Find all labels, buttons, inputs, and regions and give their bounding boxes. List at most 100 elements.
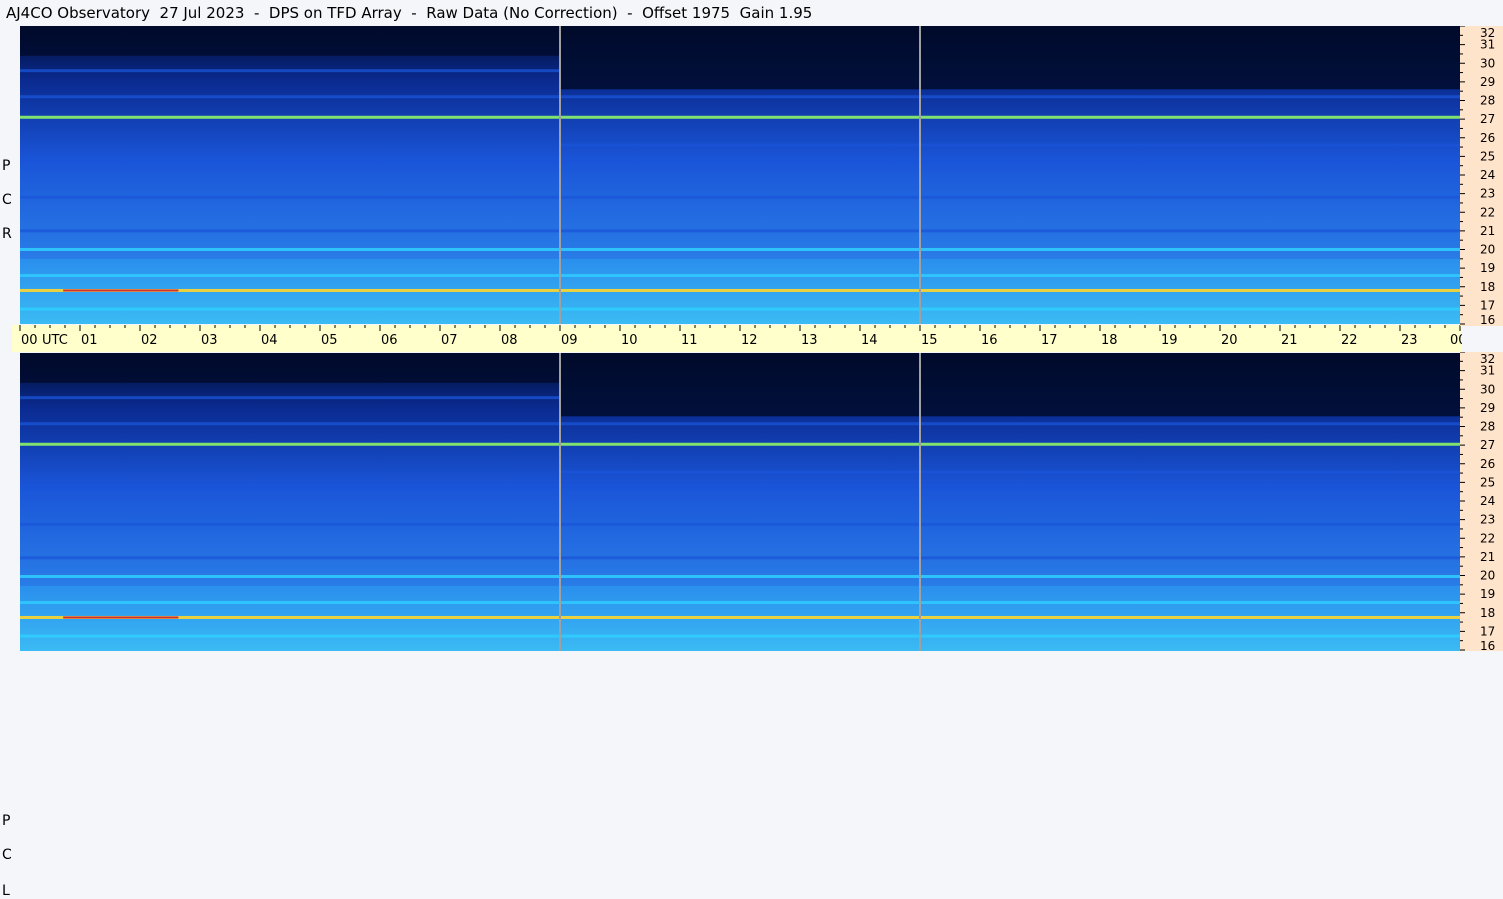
- rcp-letter-p: P: [2, 158, 11, 174]
- time-tick-label-4: 04: [261, 333, 278, 348]
- time-tick-label-15: 15: [921, 333, 938, 348]
- rcp-freq-tick-label-6: 26: [1480, 131, 1495, 145]
- rcp-freq-tick-label-4: 28: [1480, 94, 1495, 108]
- lcp-band-9: [560, 470, 1460, 474]
- time-tick-label-10: 10: [621, 333, 638, 348]
- time-tick-label-9: 09: [561, 333, 578, 348]
- lcp-freq-tick-label-9: 23: [1480, 513, 1495, 527]
- rcp-freq-tick-label-2: 30: [1480, 56, 1495, 70]
- lcp-freq-tick-label-6: 26: [1480, 457, 1495, 471]
- lcp-band-3: [20, 487, 1460, 491]
- rcp-freq-tick-label-13: 19: [1480, 261, 1495, 275]
- time-axis: 00 01 02 03 04 05 06 07 08 09 10 11 12 13 14 15 16 17 18 19…: [12, 325, 1462, 352]
- lcp-freq-tick-label-5: 27: [1480, 438, 1495, 452]
- lcp-band-0: [20, 442, 1460, 446]
- chart-title: AJ4CO Observatory 27 Jul 2023 - DPS on T…: [6, 4, 813, 22]
- rcp-band-10: [20, 195, 1460, 199]
- time-axis-svg: 00 01 02 03 04 05 06 07 08 09 10 11 12 13 14 15 16 17 18 19…: [19, 325, 1462, 348]
- time-tick-label-23: 23: [1401, 333, 1418, 348]
- rcp-band-9: [560, 143, 1460, 147]
- lcp-freq-tick-label-3: 29: [1480, 401, 1495, 415]
- time-tick-label-0: 00: [21, 333, 38, 348]
- lcp-freq-tick-label-11: 21: [1480, 550, 1495, 564]
- lcp-frequency-axis-svg: 3231302928272625242322212019181716: [1460, 352, 1495, 652]
- rcp-band-2: [20, 248, 1460, 251]
- rcp-freq-tick-label-10: 22: [1480, 205, 1495, 219]
- rcp-letter-c: C: [2, 192, 12, 208]
- lcp-frequency-axis: 32 31 30 29 28 27 26 25 24 23 22 21 20 19 18 17 16: [1460, 352, 1503, 652]
- rcp-band-8: [20, 307, 1460, 311]
- time-tick-label-21: 21: [1281, 333, 1298, 348]
- time-tick-label-14: 14: [861, 333, 878, 348]
- lcp-freq-tick-label-2: 30: [1480, 382, 1495, 396]
- rcp-freq-tick-label-8: 24: [1480, 168, 1495, 182]
- bottom-strip: [0, 651, 1503, 672]
- time-tick-label-24: 00: [1450, 333, 1462, 348]
- lcp-freq-tick-label-4: 28: [1480, 420, 1495, 434]
- rcp-freq-tick-label-16: 16: [1480, 313, 1495, 326]
- lcp-freq-tick-label-1: 31: [1480, 364, 1495, 378]
- lcp-freq-tick-label-12: 20: [1480, 569, 1495, 583]
- lcp-freq-tick-label-10: 22: [1480, 531, 1495, 545]
- rcp-freq-tick-label-9: 23: [1480, 187, 1495, 201]
- rcp-band-1-peak: [63, 289, 179, 292]
- rcp-band-7: [20, 274, 1460, 278]
- lcp-letter-l: L: [2, 883, 10, 899]
- time-tick-label-5: 05: [321, 333, 338, 348]
- rcp-freq-tick-label-5: 27: [1480, 112, 1495, 126]
- rcp-freq-tick-label-11: 21: [1480, 224, 1495, 238]
- rcp-freq-tick-label-3: 29: [1480, 75, 1495, 89]
- utc-label: UTC: [42, 333, 68, 348]
- lcp-freq-tick-label-13: 19: [1480, 587, 1495, 601]
- time-tick-label-8: 08: [501, 333, 518, 348]
- lcp-freq-tick-label-8: 24: [1480, 494, 1495, 508]
- lcp-spectrogram: [20, 353, 1460, 651]
- time-tick-label-13: 13: [801, 333, 818, 348]
- rcp-spectrogram: [20, 26, 1460, 324]
- rcp-freq-tick-label-7: 25: [1480, 149, 1495, 163]
- time-tick-label-1: 01: [81, 333, 98, 348]
- rcp-band-0: [20, 115, 1460, 119]
- lcp-band-8: [20, 634, 1460, 638]
- rcp-band-4: [20, 95, 1460, 99]
- time-tick-label-16: 16: [981, 333, 998, 348]
- rcp-band-5: [20, 69, 560, 73]
- lcp-letter-c: C: [2, 847, 12, 863]
- time-tick-label-20: 20: [1221, 333, 1238, 348]
- time-tick-label-22: 22: [1341, 333, 1358, 348]
- time-tick-label-11: 11: [681, 333, 698, 348]
- rcp-freq-tick-label-12: 20: [1480, 243, 1495, 257]
- rcp-spectrogram-svg: [20, 26, 1460, 324]
- rcp-freq-tick-label-14: 18: [1480, 280, 1495, 294]
- lcp-freq-tick-label-15: 17: [1480, 624, 1495, 638]
- lcp-freq-tick-label-14: 18: [1480, 606, 1495, 620]
- lcp-band-1: [20, 615, 1460, 619]
- lcp-quiet-region-early: [20, 353, 560, 383]
- time-tick-label-19: 19: [1161, 333, 1178, 348]
- rcp-letter-r: R: [2, 226, 12, 242]
- lcp-side-label: L C P: [0, 353, 18, 899]
- lcp-quiet-region: [560, 353, 1460, 417]
- rcp-freq-tick-label-15: 17: [1480, 298, 1495, 312]
- time-tick-label-12: 12: [741, 333, 758, 348]
- time-tick-label-3: 03: [201, 333, 218, 348]
- time-tick-label-7: 07: [441, 333, 458, 348]
- lcp-band-5: [20, 396, 560, 400]
- rcp-frequency-axis-svg: 3231302928272625242322212019181716: [1460, 26, 1495, 326]
- lcp-band-6: [20, 556, 1460, 560]
- lcp-band-7: [20, 601, 1460, 605]
- rcp-quiet-region-early: [20, 26, 560, 56]
- time-tick-label-6: 06: [381, 333, 398, 348]
- time-tick-label-18: 18: [1101, 333, 1118, 348]
- lcp-spectrogram-svg: [20, 353, 1460, 651]
- rcp-side-label: R C P: [0, 26, 18, 324]
- lcp-band-2: [20, 575, 1460, 578]
- lcp-band-4: [20, 422, 1460, 426]
- rcp-freq-tick-label-1: 31: [1480, 38, 1495, 52]
- rcp-band-3: [20, 160, 1460, 164]
- time-tick-label-17: 17: [1041, 333, 1058, 348]
- lcp-freq-tick-label-7: 25: [1480, 475, 1495, 489]
- lcp-letter-p: P: [2, 813, 11, 829]
- lcp-band-1-peak: [63, 616, 179, 619]
- lcp-band-10: [20, 522, 1460, 526]
